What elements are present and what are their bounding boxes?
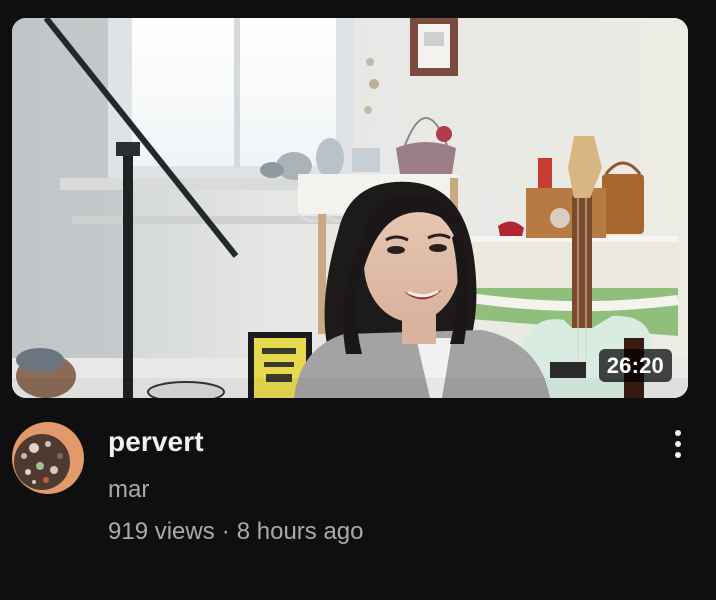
more-dot bbox=[675, 430, 681, 436]
video-stats: 919 views · 8 hours ago bbox=[108, 518, 364, 546]
video-title[interactable]: pervert bbox=[108, 426, 204, 458]
video-details: pervert mar 919 views · 8 hours ago bbox=[12, 418, 692, 568]
video-thumbnail[interactable]: 26:20 bbox=[12, 18, 688, 398]
upload-age: 8 hours ago bbox=[236, 518, 364, 545]
avatar-image bbox=[12, 422, 84, 494]
view-count: 919 views bbox=[108, 518, 215, 545]
channel-avatar[interactable] bbox=[12, 422, 84, 494]
more-vert-icon[interactable] bbox=[664, 424, 692, 464]
channel-name[interactable]: mar bbox=[108, 476, 149, 504]
thumbnail-image bbox=[12, 18, 688, 398]
more-dot bbox=[675, 452, 681, 458]
duration-badge: 26:20 bbox=[598, 349, 672, 382]
video-card[interactable]: 26:20 pervert mar 919 views · 8 hours ago bbox=[0, 0, 716, 600]
more-dot bbox=[675, 441, 681, 447]
stats-separator: · bbox=[221, 518, 230, 545]
